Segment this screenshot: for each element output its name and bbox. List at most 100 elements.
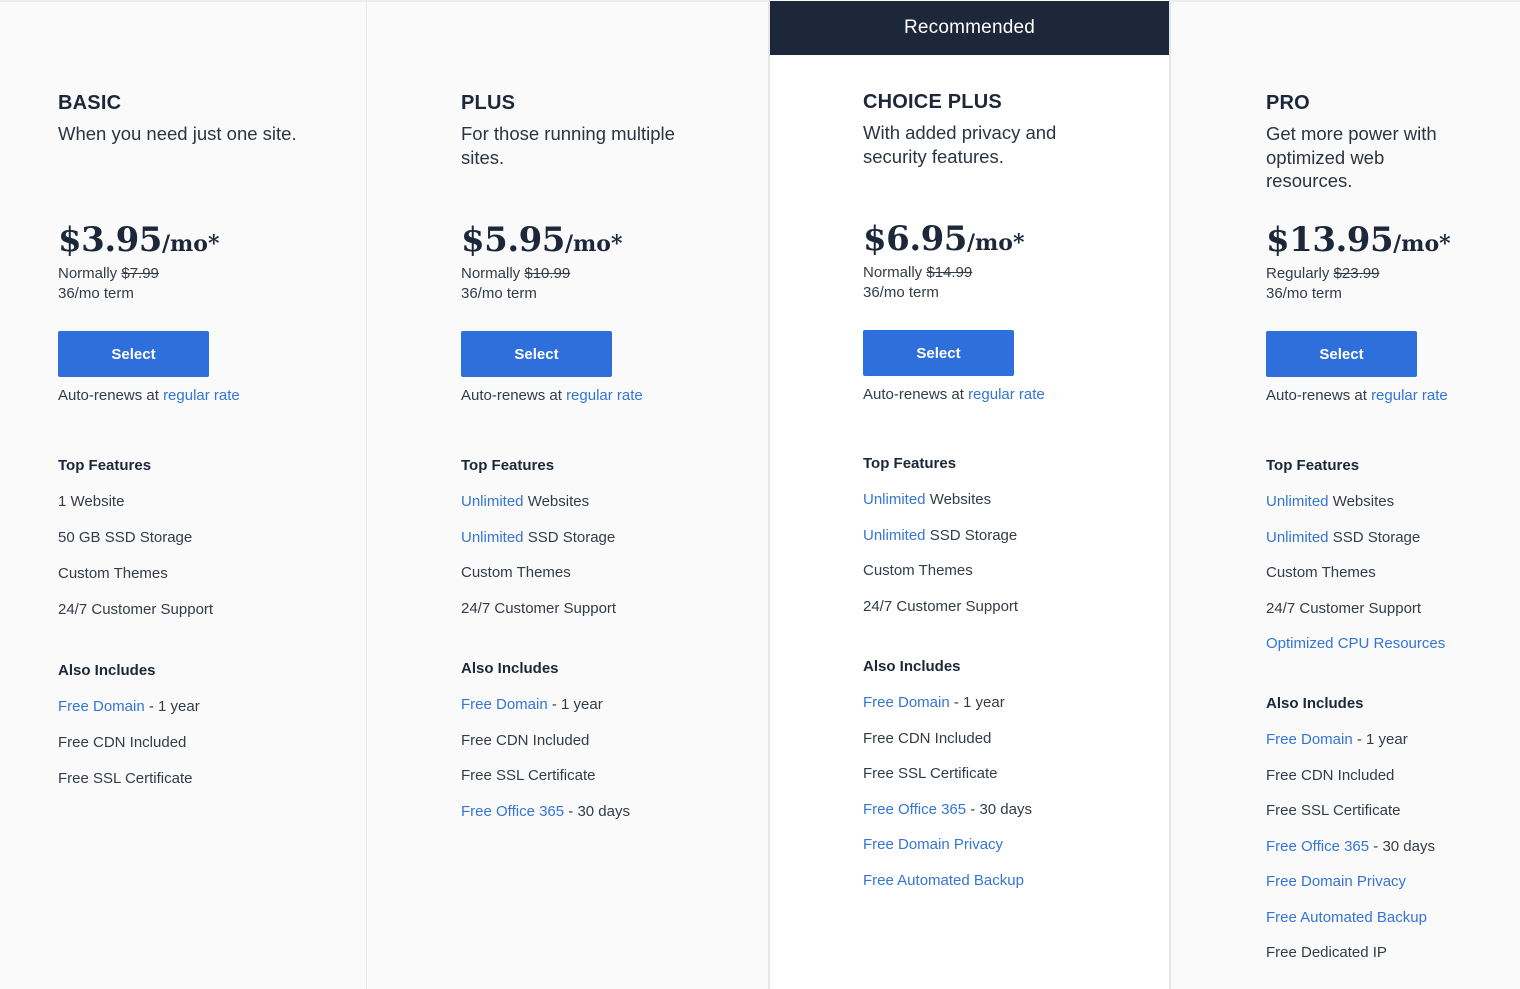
feature-item: Free Domain - 1 year <box>461 695 630 731</box>
feature-text: 50 GB SSD Storage <box>58 529 193 546</box>
feature-text: Free CDN Included <box>461 731 590 749</box>
feature-text: - 30 days <box>966 800 1032 818</box>
feature-text: - 1 year <box>144 698 200 715</box>
feature-link[interactable]: Free Domain <box>461 696 548 713</box>
normal-price-strikethrough: $7.99 <box>121 265 159 282</box>
regular-rate-link[interactable]: regular rate <box>566 387 643 404</box>
auto-renew-note: Auto-renews at regular rate <box>1266 387 1448 404</box>
plan-tagline: When you need just one site. <box>58 123 297 144</box>
feature-text: 24/7 Customer Support <box>1266 599 1422 617</box>
feature-item: Free CDN Included <box>461 731 630 767</box>
also-includes-title: Also Includes <box>461 660 559 677</box>
feature-link[interactable]: Free Automated Backup <box>1266 909 1427 926</box>
feature-link[interactable]: Unlimited <box>1266 493 1329 510</box>
feature-text: SSD Storage <box>523 528 616 546</box>
plan-card-plus: PLUS For those running multiple sites. $… <box>366 0 768 989</box>
top-features-section: Top Features 1 Website 50 GB SSD Storage C… <box>58 456 213 636</box>
feature-link[interactable]: Free Domain <box>863 694 950 711</box>
top-features-section: Top Features Unlimited Websites Unlimited… <box>863 454 1018 632</box>
feature-link[interactable]: Free Domain <box>1266 731 1353 748</box>
feature-link[interactable]: Unlimited <box>863 491 926 508</box>
regular-rate-link[interactable]: regular rate <box>1371 387 1448 404</box>
feature-item: Custom Themes <box>1266 563 1445 599</box>
price-period: /mo* <box>161 231 220 257</box>
plan-price: $5.95/mo* <box>461 220 622 260</box>
feature-link[interactable]: Free Automated Backup <box>863 872 1024 889</box>
feature-item: Free Domain - 1 year <box>58 697 200 733</box>
feature-link[interactable]: Free Domain <box>58 698 145 715</box>
feature-item: Free Domain - 1 year <box>1266 730 1435 766</box>
renew-text: Auto-renews at <box>863 386 969 403</box>
plan-content: BASIC When you need just one site. $3.95… <box>58 90 298 787</box>
feature-link[interactable]: Unlimited <box>461 493 524 510</box>
top-features-list: Unlimited Websites Unlimited SSD Storage C… <box>863 490 1018 632</box>
normal-label: Regularly <box>1266 265 1330 282</box>
feature-item: Free CDN Included <box>1266 766 1435 802</box>
also-includes-list: Free Domain - 1 year Free CDN Included Fre… <box>1266 730 1435 979</box>
price-block: $3.95/mo* Normally $7.99 36/mo term <box>58 220 219 304</box>
feature-item: Free CDN Included <box>863 729 1032 765</box>
select-button[interactable]: Select <box>58 331 209 377</box>
feature-text: Free SSL Certificate <box>1266 802 1401 819</box>
feature-item: Free Automated Backup <box>1266 908 1435 944</box>
feature-item: Free SSL Certificate <box>58 769 200 805</box>
feature-text: Free CDN Included <box>863 729 992 747</box>
normal-price-line: Normally $10.99 <box>461 264 622 284</box>
also-includes-list: Free Domain - 1 year Free CDN Included Fre… <box>461 695 630 837</box>
feature-link[interactable]: Free Office 365 <box>1266 838 1369 855</box>
feature-item: Free CDN Included <box>58 733 200 769</box>
top-features-list: Unlimited Websites Unlimited SSD Storage C… <box>461 492 616 634</box>
normal-label: Normally <box>461 265 521 282</box>
feature-link[interactable]: Free Domain Privacy <box>1266 873 1406 890</box>
feature-link[interactable]: Unlimited <box>863 527 926 544</box>
normal-price-strikethrough: $10.99 <box>524 265 571 282</box>
top-features-list: 1 Website 50 GB SSD Storage Custom Themes 2… <box>58 492 213 636</box>
normal-price-strikethrough: $14.99 <box>926 264 973 281</box>
regular-rate-link[interactable]: regular rate <box>163 387 240 404</box>
feature-text: Custom Themes <box>461 564 571 581</box>
price-amount: $13.95 <box>1266 220 1394 260</box>
feature-link[interactable]: Free Office 365 <box>461 803 564 820</box>
price-period: /mo* <box>564 231 623 257</box>
feature-link[interactable]: Unlimited <box>461 529 524 546</box>
feature-item: Free Office 365 - 30 days <box>461 802 630 838</box>
also-includes-title: Also Includes <box>58 662 156 679</box>
feature-link[interactable]: Free Domain Privacy <box>863 836 1003 853</box>
plan-name: PLUS <box>461 92 516 114</box>
select-button[interactable]: Select <box>863 330 1014 376</box>
top-features-title: Top Features <box>58 457 152 474</box>
feature-link[interactable]: Unlimited <box>1266 529 1329 546</box>
plan-term: 36/mo term <box>863 284 939 301</box>
feature-link[interactable]: Free Office 365 <box>863 801 966 818</box>
auto-renew-note: Auto-renews at regular rate <box>58 387 240 404</box>
also-includes-section: Also Includes Free Domain - 1 year Free C… <box>863 657 1032 906</box>
plan-content: CHOICE PLUS With added privacy and secur… <box>863 89 1103 889</box>
plan-tagline: Get more power with optimized web resour… <box>1266 123 1437 191</box>
plan-price: $13.95/mo* <box>1266 220 1451 260</box>
feature-link[interactable]: Optimized CPU Resources <box>1266 635 1445 652</box>
feature-item: Free SSL Certificate <box>461 766 630 802</box>
top-features-section: Top Features Unlimited Websites Unlimited… <box>461 456 616 634</box>
regular-rate-link[interactable]: regular rate <box>968 386 1045 403</box>
also-includes-title: Also Includes <box>1266 695 1364 712</box>
feature-item: Custom Themes <box>863 561 1018 597</box>
feature-item: 24/7 Customer Support <box>863 597 1018 633</box>
plan-content: PLUS For those running multiple sites. $… <box>461 90 701 820</box>
feature-item: 1 Website <box>58 492 213 528</box>
feature-item: Unlimited SSD Storage <box>1266 528 1445 564</box>
also-includes-list: Free Domain - 1 year Free CDN Included Fre… <box>863 693 1032 906</box>
feature-text: 1 Website <box>58 493 125 510</box>
price-block: $5.95/mo* Normally $10.99 36/mo term <box>461 220 622 304</box>
feature-text: Websites <box>1328 493 1395 510</box>
plan-content: PRO Get more power with optimized web re… <box>1266 90 1466 961</box>
feature-item: Unlimited Websites <box>461 492 616 528</box>
feature-item: Free Automated Backup <box>863 871 1032 907</box>
feature-text: 24/7 Customer Support <box>863 597 1019 615</box>
select-button[interactable]: Select <box>461 331 612 377</box>
normal-label: Normally <box>58 265 118 282</box>
normal-label: Normally <box>863 264 923 281</box>
feature-text: SSD Storage <box>1328 528 1421 546</box>
top-features-section: Top Features Unlimited Websites Unlimited… <box>1266 456 1445 670</box>
price-period: /mo* <box>1393 231 1451 257</box>
select-button[interactable]: Select <box>1266 331 1417 377</box>
